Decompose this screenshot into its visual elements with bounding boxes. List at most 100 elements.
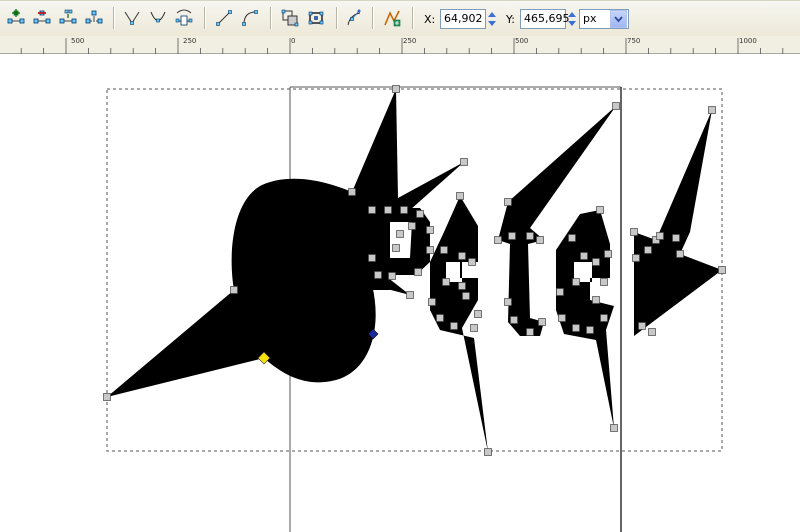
path-node[interactable] [406,291,414,299]
path-node[interactable] [103,393,111,401]
path-node[interactable] [450,322,458,330]
path-node[interactable] [676,250,684,258]
curve-segment-icon[interactable] [240,7,260,29]
path-node[interactable] [484,448,492,456]
y-spin-buttons[interactable] [566,9,578,29]
ruler-ticks [20,38,784,54]
path-node[interactable] [440,246,448,254]
path-node[interactable] [458,252,466,260]
path-node[interactable] [408,222,416,230]
path-node[interactable] [388,272,396,280]
line-segment-icon[interactable] [214,7,234,29]
path-node[interactable] [600,314,608,322]
chevron-down-icon[interactable] [610,10,627,28]
path-nodes[interactable] [103,85,726,456]
object-to-path-icon[interactable] [280,7,300,29]
path-node[interactable] [586,326,594,334]
x-coordinate-input[interactable]: 64,902 [440,9,486,29]
path-node[interactable] [632,254,640,262]
insert-node-icon[interactable] [6,7,26,29]
path-node[interactable] [592,296,600,304]
path-node[interactable] [580,252,588,260]
path-node[interactable] [526,232,534,240]
cusp-node-icon[interactable] [122,7,142,29]
symmetric-node-icon[interactable] [174,7,194,29]
path-node[interactable] [470,324,478,332]
node-toolbar: X: 64,902 Y: 465,695 px [0,0,800,36]
path-node[interactable] [392,85,400,93]
path-node[interactable] [538,318,546,326]
path-node[interactable] [436,314,444,322]
path-node[interactable] [426,226,434,234]
path-node[interactable] [414,268,422,276]
path-node[interactable] [374,271,382,279]
path-node[interactable] [384,206,392,214]
path-node[interactable] [718,266,726,274]
path-node[interactable] [648,328,656,336]
path-node[interactable] [416,210,424,218]
path-node[interactable] [504,198,512,206]
path-node[interactable] [536,236,544,244]
path-node[interactable] [508,232,516,240]
path-node[interactable] [504,298,512,306]
ruler-label: 0 [291,37,296,45]
join-nodes-icon[interactable] [58,7,78,29]
path-node[interactable] [428,298,436,306]
break-path-icon[interactable] [84,7,104,29]
ruler-label: 500 [515,37,529,45]
path-node[interactable] [644,246,652,254]
drawing-canvas[interactable] [0,54,800,532]
path-node[interactable] [656,232,664,240]
y-coordinate-input[interactable]: 465,695 [520,9,570,29]
path-node[interactable] [442,278,450,286]
toolbar-separator [336,7,338,29]
path-node[interactable] [638,322,646,330]
path-node[interactable] [458,282,466,290]
ruler-label: 250 [183,37,197,45]
y-coordinate-label: Y: [506,13,515,26]
path-effect-icon[interactable] [382,7,402,29]
path-node[interactable] [474,310,482,318]
path-node[interactable] [558,314,566,322]
path-node[interactable] [462,292,470,300]
path-node[interactable] [494,236,502,244]
toolbar-separator [270,7,272,29]
path-node[interactable] [230,286,238,294]
path-node[interactable] [400,206,408,214]
path-node[interactable] [604,250,612,258]
path-node[interactable] [596,206,604,214]
path-node[interactable] [510,316,518,324]
show-handles-icon[interactable] [344,7,364,29]
ruler-label: 1000 [739,37,757,45]
path-node[interactable] [612,102,620,110]
x-spin-buttons[interactable] [486,9,498,29]
path-node[interactable] [572,324,580,332]
path-node[interactable] [708,106,716,114]
path-node[interactable] [610,424,618,432]
path-node[interactable] [600,278,608,286]
path-node[interactable] [468,258,476,266]
path-node[interactable] [368,206,376,214]
path-node[interactable] [630,228,638,236]
path-node[interactable] [426,246,434,254]
horizontal-ruler[interactable]: 500 250 0 250 500 750 1000 [0,36,800,54]
path-node[interactable] [568,234,576,242]
path-node[interactable] [592,258,600,266]
path-node[interactable] [456,192,464,200]
path-node[interactable] [392,244,400,252]
toolbar-separator [204,7,206,29]
path-node[interactable] [368,254,376,262]
path-node[interactable] [556,288,564,296]
stroke-to-path-icon[interactable] [306,7,326,29]
path-node[interactable] [348,188,356,196]
delete-node-icon[interactable] [32,7,52,29]
path-node[interactable] [572,278,580,286]
path-node[interactable] [396,230,404,238]
path-node[interactable] [526,328,534,336]
path-node[interactable] [672,234,680,242]
ruler-label: 750 [627,37,641,45]
toolbar-separator [113,7,115,29]
smooth-node-icon[interactable] [148,7,168,29]
toolbar-separator [412,7,414,29]
path-node[interactable] [460,158,468,166]
